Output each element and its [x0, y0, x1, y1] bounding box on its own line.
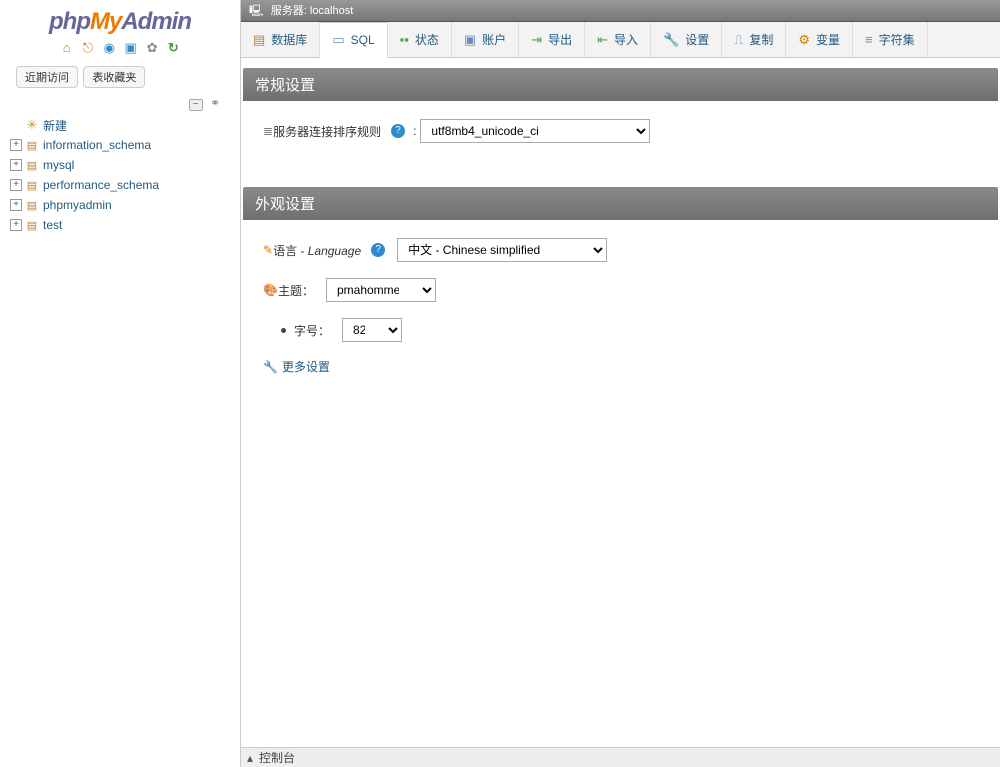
appearance-settings-header: 外观设置	[243, 187, 998, 220]
fontsize-label: 字号：	[294, 322, 330, 339]
tab-settings[interactable]: 🔧设置	[651, 22, 722, 57]
database-icon: ▤	[24, 139, 40, 152]
favorites-tab[interactable]: 表收藏夹	[83, 66, 145, 88]
db-link[interactable]: information_schema	[43, 138, 151, 152]
logo[interactable]: phpMyAdmin	[0, 0, 240, 38]
tab-charset[interactable]: ≡字符集	[853, 22, 928, 57]
server-name[interactable]: localhost	[310, 5, 353, 17]
language-label: 语言 - Language	[273, 242, 361, 259]
console-toggle-icon[interactable]: ▴	[247, 751, 253, 765]
accounts-icon: ▣	[464, 32, 476, 48]
collation-label: 服务器连接排序规则	[273, 123, 381, 140]
breadcrumb: 🖳 服务器: localhost	[241, 0, 1000, 22]
expand-icon[interactable]: +	[10, 159, 22, 171]
tab-sql[interactable]: ▭SQL	[320, 22, 387, 58]
collation-icon: ≣	[263, 124, 273, 138]
variables-icon: ⚙	[798, 32, 810, 48]
new-database-link[interactable]: 新建	[43, 117, 67, 134]
tab-variables[interactable]: ⚙变量	[786, 22, 853, 57]
language-select[interactable]: 中文 - Chinese simplified	[397, 238, 607, 262]
charset-icon: ≡	[865, 32, 873, 47]
server-icon: 🖳	[249, 5, 264, 17]
theme-icon: 🎨	[263, 283, 278, 297]
export-icon: ⇥	[531, 32, 542, 48]
bullet-icon	[281, 328, 286, 333]
database-icon: ▤	[24, 199, 40, 212]
sql-icon: ▭	[332, 32, 344, 48]
database-icon: ▤	[24, 159, 40, 172]
language-icon: ✎	[263, 243, 273, 257]
refresh-icon[interactable]: ↻	[165, 40, 181, 56]
tab-replication[interactable]: ⎍复制	[722, 22, 786, 57]
database-icon: ▤	[24, 219, 40, 232]
tab-accounts[interactable]: ▣账户	[452, 22, 519, 57]
tab-status[interactable]: ▪▪状态	[388, 22, 452, 57]
theme-label: 主题：	[278, 282, 314, 299]
settings-icon[interactable]: ✿	[144, 40, 160, 56]
link-icon[interactable]: ⚭	[210, 96, 220, 110]
theme-select[interactable]: pmahomme	[326, 278, 436, 302]
wrench-icon: 🔧	[663, 32, 679, 48]
sql-help-icon[interactable]: ▣	[123, 40, 139, 56]
logout-icon[interactable]: ⎋	[80, 40, 96, 56]
new-db-icon: ✳	[24, 117, 40, 133]
wrench-icon: 🔧	[263, 360, 278, 374]
expand-icon[interactable]: +	[10, 199, 22, 211]
collapse-all-icon[interactable]: −	[189, 99, 203, 111]
server-label: 服务器:	[271, 5, 307, 17]
tab-export[interactable]: ⇥导出	[519, 22, 585, 57]
database-icon: ▤	[24, 179, 40, 192]
more-settings-link[interactable]: 🔧 更多设置	[263, 358, 978, 375]
docs-icon[interactable]: ◉	[101, 40, 117, 56]
tab-databases[interactable]: ▤数据库	[241, 22, 320, 57]
import-icon: ⇤	[597, 32, 608, 48]
help-icon[interactable]: ?	[391, 124, 405, 138]
general-settings-header: 常规设置	[243, 68, 998, 101]
db-link[interactable]: mysql	[43, 158, 74, 172]
replication-icon: ⎍	[734, 32, 743, 48]
fontsize-select[interactable]: 82%	[342, 318, 402, 342]
database-icon: ▤	[253, 32, 265, 48]
db-link[interactable]: phpmyadmin	[43, 198, 112, 212]
collation-select[interactable]: utf8mb4_unicode_ci	[420, 119, 650, 143]
recent-tab[interactable]: 近期访问	[16, 66, 78, 88]
tab-import[interactable]: ⇤导入	[585, 22, 651, 57]
console-label[interactable]: 控制台	[259, 749, 295, 766]
db-link[interactable]: performance_schema	[43, 178, 159, 192]
home-icon[interactable]: ⌂	[59, 40, 75, 56]
help-icon[interactable]: ?	[371, 243, 385, 257]
status-icon: ▪▪	[400, 32, 409, 47]
db-link[interactable]: test	[43, 218, 62, 232]
expand-icon[interactable]: +	[10, 139, 22, 151]
expand-icon[interactable]: +	[10, 219, 22, 231]
expand-icon[interactable]: +	[10, 179, 22, 191]
